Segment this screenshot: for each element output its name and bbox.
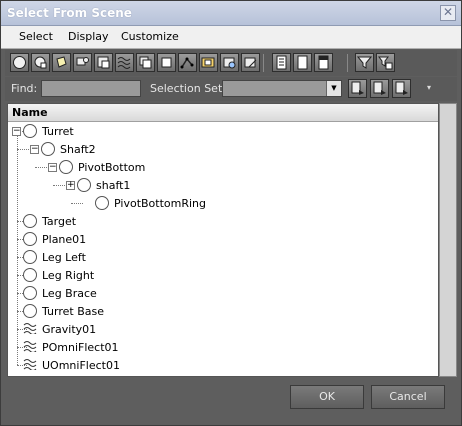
selection-set-label: Selection Set: [150, 82, 226, 95]
chevron-down-icon[interactable]: ▼ [326, 81, 341, 96]
geometry-circle-icon [23, 250, 37, 264]
geometry-circle-icon [23, 304, 37, 318]
geometry-circle-icon [23, 124, 37, 138]
list-item[interactable]: + shaft1 [66, 176, 130, 194]
tree-connector [53, 185, 65, 186]
list-item-label: PivotBottom [78, 160, 146, 174]
selection-set-remove-icon [373, 81, 386, 95]
menu-select[interactable]: Select [19, 30, 53, 43]
display-cameras-button[interactable] [73, 53, 92, 72]
display-spacewarps-button[interactable] [115, 53, 134, 72]
collapse-icon[interactable]: − [48, 162, 57, 172]
list-item[interactable]: POmniFlect01 [12, 338, 119, 356]
collapse-icon[interactable]: − [12, 126, 21, 136]
display-lights-button[interactable] [52, 53, 71, 72]
remove-selection-set-button[interactable] [370, 79, 389, 98]
list-item-label: PivotBottomRing [114, 196, 207, 210]
spacewarp-wave-icon [23, 322, 37, 337]
selection-set-add-icon [395, 81, 408, 95]
select-from-scene-dialog: Select From Scene ✕ Select Display Custo… [0, 0, 462, 426]
list-item-label: Turret [42, 124, 74, 138]
list-item[interactable]: UOmniFlect01 [12, 356, 120, 374]
display-helpers-button[interactable] [94, 53, 113, 72]
display-hidden-button[interactable] [241, 53, 260, 72]
scene-object-list[interactable]: Name − Turret − Shaft2− PivotBottom + shaft1 Pi… [7, 103, 439, 377]
display-groups-button[interactable] [136, 53, 155, 72]
display-xrefs-button[interactable] [157, 53, 176, 72]
cancel-button[interactable]: Cancel [371, 385, 445, 409]
list-item[interactable]: − Turret [12, 122, 74, 140]
vertical-scrollbar[interactable] [439, 103, 457, 377]
list-item-label: Turret Base [42, 304, 104, 318]
find-label: Find: [11, 82, 38, 95]
geometry-circle-icon [23, 214, 37, 228]
find-input[interactable] [41, 80, 141, 97]
list-item-label: UOmniFlect01 [42, 358, 120, 372]
list-item-label: Gravity01 [42, 322, 97, 336]
list-item[interactable]: Leg Right [12, 266, 94, 284]
list-item-label: Leg Brace [42, 286, 97, 300]
display-containers-button[interactable] [199, 53, 218, 72]
display-shapes-button[interactable] [31, 53, 50, 72]
list-item-label: Target [42, 214, 77, 228]
toolbar-separator [263, 54, 264, 72]
list-item-label: shaft1 [96, 178, 131, 192]
more-options-icon[interactable]: ▾ [427, 83, 431, 92]
name-column-header[interactable]: Name [8, 104, 438, 122]
title-bar[interactable]: Select From Scene ✕ [1, 1, 461, 26]
list-item-label: POmniFlect01 [42, 340, 119, 354]
ok-button[interactable]: OK [290, 385, 364, 409]
selection-set-dropdown[interactable]: ▼ [222, 80, 342, 97]
tree-connector [71, 203, 83, 204]
list-item[interactable]: Leg Left [12, 248, 86, 266]
geometry-circle-icon [23, 268, 37, 282]
create-selection-set-button[interactable] [348, 79, 367, 98]
close-icon: ✕ [442, 5, 454, 19]
menu-customize[interactable]: Customize [121, 30, 179, 43]
select-invert-button[interactable] [314, 53, 333, 72]
expand-icon[interactable]: + [66, 180, 75, 190]
display-geometry-button[interactable] [10, 53, 29, 72]
menu-bar: Select Display Customize [1, 26, 461, 49]
close-button[interactable]: ✕ [440, 5, 456, 21]
tree-connector [35, 167, 47, 168]
collapse-icon[interactable]: − [30, 144, 39, 154]
geometry-circle-icon [59, 160, 73, 174]
geometry-circle-icon [23, 232, 37, 246]
spacewarp-wave-icon [23, 358, 37, 373]
list-item-label: Leg Left [42, 250, 86, 264]
display-frozen-button[interactable] [220, 53, 239, 72]
toolbar-separator [347, 54, 348, 72]
select-none-button[interactable] [293, 53, 312, 72]
find-bar: Find: Selection Set: ▼ ▾ [5, 77, 457, 101]
list-item[interactable]: Plane01 [12, 230, 86, 248]
list-item[interactable]: − PivotBottom [48, 158, 145, 176]
list-item[interactable]: Gravity01 [12, 320, 96, 338]
geometry-circle-icon [41, 142, 55, 156]
list-item[interactable]: Turret Base [12, 302, 104, 320]
spacewarp-wave-icon [23, 340, 37, 355]
filter-options-button[interactable] [376, 53, 395, 72]
window-title: Select From Scene [7, 6, 132, 20]
geometry-circle-icon [95, 196, 109, 210]
select-all-button[interactable] [272, 53, 291, 72]
menu-display[interactable]: Display [68, 30, 109, 43]
list-item-label: Shaft2 [60, 142, 96, 156]
tree-connector [17, 149, 29, 150]
filter-button[interactable] [355, 53, 374, 72]
display-bones-button[interactable] [178, 53, 197, 72]
list-item[interactable]: Target [12, 212, 76, 230]
toolbar [5, 50, 457, 76]
list-item-label: Leg Right [42, 268, 95, 282]
geometry-circle-icon [77, 178, 91, 192]
selection-set-create-icon [351, 81, 364, 95]
list-item-label: Plane01 [42, 232, 87, 246]
add-to-selection-set-button[interactable] [392, 79, 411, 98]
list-item[interactable]: PivotBottomRing [84, 194, 206, 212]
list-item[interactable]: − Shaft2 [30, 140, 96, 158]
geometry-circle-icon [23, 286, 37, 300]
list-item[interactable]: Leg Brace [12, 284, 97, 302]
